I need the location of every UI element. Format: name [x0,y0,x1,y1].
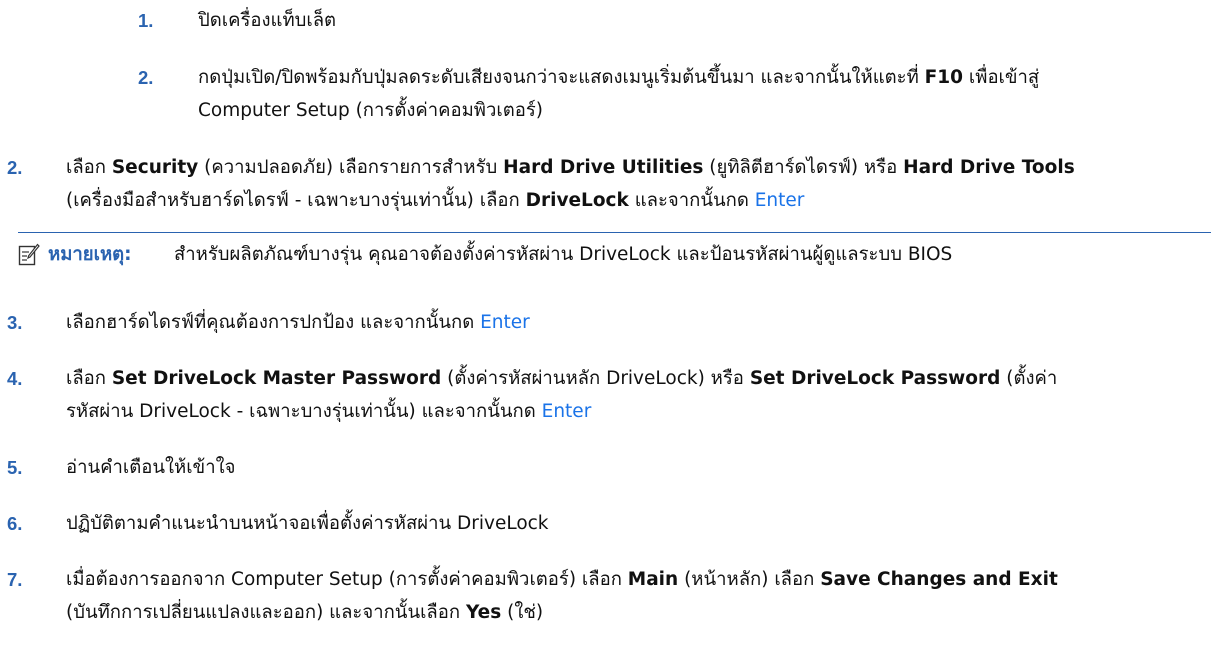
step-number: 5. [7,457,23,478]
step-text: เลือก Security (ความปลอดภัย) เลือกรายการ… [66,157,1075,211]
step-number: 2. [7,157,23,178]
key-f10: F10 [924,67,964,88]
enter-link[interactable]: Enter [480,312,530,333]
note-label: หมายเหตุ: [48,244,132,265]
substep-number: 2. [138,67,154,88]
note-pencil-icon [18,243,40,267]
substep-number: 1. [138,10,154,31]
step-number: 3. [7,312,23,333]
step-text: เมื่อต้องการออกจาก Computer Setup (การตั… [66,569,1058,623]
enter-link[interactable]: Enter [755,190,805,211]
step-text: อ่านคำเตือนให้เข้าใจ [66,457,236,478]
step-text: เลือก Set DriveLock Master Password (ตั้… [66,368,1058,422]
step-number: 7. [7,569,23,590]
enter-link[interactable]: Enter [542,401,592,422]
document-page: 1. ปิดเครื่องแท็บเล็ต 2. กดปุ่มเปิด/ปิดพ… [0,0,1219,645]
step-text: เลือกฮาร์ดไดรฟ์ที่คุณต้องการปกป้อง และจา… [66,312,530,333]
step-number: 6. [7,513,23,534]
substep-text: ปิดเครื่องแท็บเล็ต [198,10,337,31]
step-number: 4. [7,368,23,389]
note-box: หมายเหตุ: สำหรับผลิตภัณฑ์บางรุ่น คุณอาจต… [18,232,1211,271]
substep-text: กดปุ่มเปิด/ปิดพร้อมกับปุ่มลดระดับเสียงจน… [198,67,1040,121]
note-text: สำหรับผลิตภัณฑ์บางรุ่น คุณอาจต้องตั้งค่า… [174,244,953,265]
step-text: ปฏิบัติตามคำแนะนำบนหน้าจอเพื่อตั้งค่ารหั… [66,513,549,534]
